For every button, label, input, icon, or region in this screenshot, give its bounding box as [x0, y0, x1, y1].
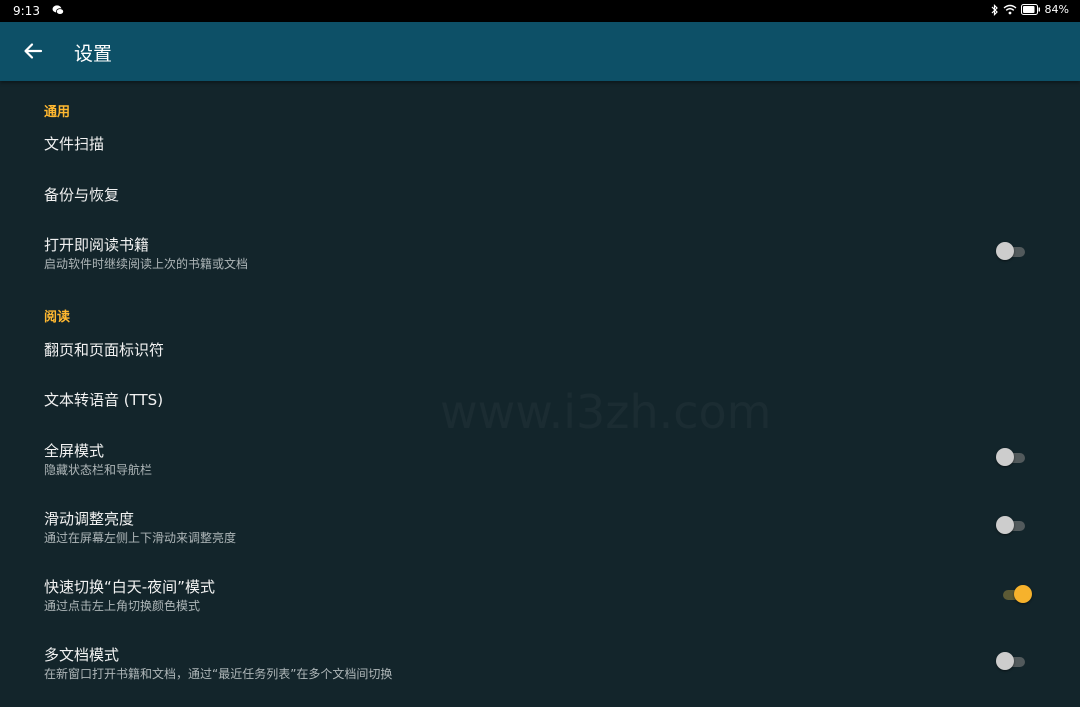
setting-title: 快速切换“白天-夜间”模式 — [44, 578, 215, 596]
setting-title: 滑动调整亮度 — [44, 510, 135, 528]
section-header-reading: 阅读 — [44, 310, 71, 325]
wechat-icon — [52, 5, 64, 15]
setting-subtitle: 通过点击左上角切换颜色模式 — [44, 599, 201, 613]
setting-title: 全屏模式 — [44, 442, 105, 460]
status-bar: 9:13 84% — [0, 0, 1080, 22]
toggle-switch-multi-document[interactable] — [996, 652, 1028, 672]
toggle-switch-day-night[interactable] — [1000, 585, 1032, 605]
setting-title: 备份与恢复 — [44, 186, 120, 204]
toggle-switch-brightness[interactable] — [996, 516, 1028, 536]
setting-page-turn-indicator[interactable]: 翻页和页面标识符 — [0, 339, 1080, 369]
setting-file-scan[interactable]: 文件扫描 — [0, 133, 1080, 163]
section-header-general: 通用 — [44, 105, 71, 120]
toggle-switch-fullscreen[interactable] — [996, 448, 1028, 468]
wifi-icon — [1003, 4, 1016, 15]
setting-title: 翻页和页面标识符 — [44, 341, 165, 359]
setting-title: 打开即阅读书籍 — [44, 236, 150, 254]
status-icons: 84% — [991, 3, 1069, 16]
setting-fullscreen[interactable]: 全屏模式 隐藏状态栏和导航栏 — [0, 440, 1080, 482]
status-time: 9:13 — [13, 4, 40, 18]
toggle-switch-open-book[interactable] — [996, 242, 1028, 262]
arrow-left-icon[interactable] — [22, 40, 44, 62]
setting-subtitle: 在新窗口打开书籍和文档，通过“最近任务列表”在多个文档间切换 — [44, 667, 393, 681]
setting-subtitle: 隐藏状态栏和导航栏 — [44, 463, 153, 477]
battery-icon — [1020, 4, 1040, 15]
battery-percent: 84% — [1044, 3, 1069, 16]
setting-subtitle: 通过在屏幕左侧上下滑动来调整亮度 — [44, 531, 237, 545]
setting-backup-restore[interactable]: 备份与恢复 — [0, 184, 1080, 214]
page-title: 设置 — [74, 43, 113, 65]
setting-swipe-brightness[interactable]: 滑动调整亮度 通过在屏幕左侧上下滑动来调整亮度 — [0, 508, 1080, 550]
setting-title: 文本转语音 (TTS) — [44, 391, 164, 409]
setting-open-book-on-start[interactable]: 打开即阅读书籍 启动软件时继续阅读上次的书籍或文档 — [0, 234, 1080, 276]
setting-title: 文件扫描 — [44, 135, 105, 153]
setting-multi-document[interactable]: 多文档模式 在新窗口打开书籍和文档，通过“最近任务列表”在多个文档间切换 — [0, 644, 1080, 686]
setting-subtitle: 启动软件时继续阅读上次的书籍或文档 — [44, 257, 249, 271]
setting-tts[interactable]: 文本转语音 (TTS) — [0, 389, 1080, 419]
app-bar: 设置 — [0, 22, 1080, 81]
setting-title: 多文档模式 — [44, 646, 120, 664]
bluetooth-icon — [991, 3, 998, 16]
setting-day-night-switch[interactable]: 快速切换“白天-夜间”模式 通过点击左上角切换颜色模式 — [0, 576, 1080, 618]
